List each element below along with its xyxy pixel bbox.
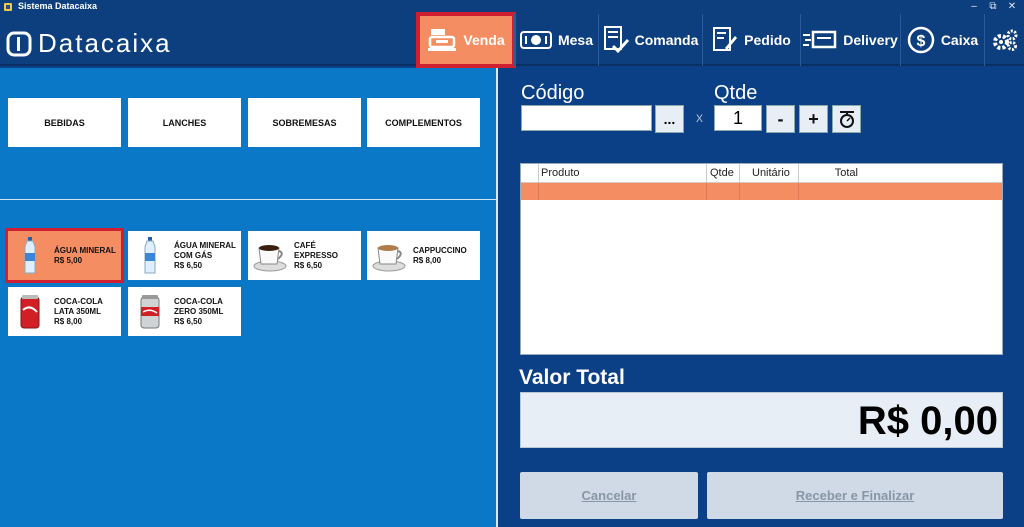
app-icon (4, 3, 12, 11)
nav-venda[interactable]: Venda (416, 12, 516, 68)
product-name: ÁGUA MINERAL COM GÁS (174, 240, 236, 260)
section-divider (0, 199, 496, 200)
category-bebidas[interactable]: BEBIDAS (8, 98, 121, 147)
product-name: COCA-COLA ZERO 350ML (174, 296, 224, 316)
delivery-truck-icon (803, 30, 837, 49)
product-price: R$ 6,50 (174, 260, 203, 270)
product-name: CAPPUCCINO (413, 245, 467, 255)
codigo-input[interactable] (521, 105, 652, 131)
coffee-cup-icon (372, 244, 406, 271)
nav-caixa[interactable]: $ Caixa (900, 14, 984, 66)
minimize-button[interactable]: – (968, 0, 980, 13)
valor-total-value: R$ 0,00 (857, 399, 998, 443)
times-sign: x (696, 109, 703, 125)
window-title: Sistema Datacaixa (18, 1, 98, 11)
gears-icon (992, 29, 1017, 51)
product-coca-cola-zero[interactable]: COCA-COLA ZERO 350ML R$ 6,50 (128, 287, 241, 336)
product-agua-mineral-com-gas[interactable]: ÁGUA MINERAL COM GÁS R$ 6,50 (128, 231, 241, 280)
brand-logo: Datacaixa (6, 28, 172, 59)
order-pencil-icon (713, 27, 738, 51)
product-coca-cola-lata[interactable]: COCA-COLA LATA 350ML R$ 8,00 (8, 287, 121, 336)
catalog-panel: BEBIDAS LANCHES SOBREMESAS COMPLEMENTOS … (0, 68, 496, 527)
product-name: CAFÉ EXPRESSO (294, 240, 339, 260)
table-icon (519, 31, 552, 49)
product-cafe-expresso[interactable]: CAFÉ EXPRESSO R$ 6,50 (248, 231, 361, 280)
svg-text:$: $ (916, 33, 925, 50)
coffee-cup-icon (253, 244, 287, 271)
product-agua-mineral[interactable]: ÁGUA MINERAL R$ 5,00 (5, 228, 124, 283)
main-header: Datacaixa Venda Mesa Comanda Pedido Deli… (0, 12, 1024, 68)
brand-name: Datacaixa (38, 28, 172, 58)
grid-header: Produto Qtde Unitário Total (521, 164, 1002, 183)
lookup-button[interactable]: ... (655, 105, 684, 133)
close-button[interactable]: ✕ (1006, 0, 1018, 13)
product-price: R$ 6,50 (174, 316, 203, 326)
dollar-circle-icon: $ (907, 26, 935, 54)
qtde-input[interactable]: 1 (714, 105, 762, 131)
nav-delivery[interactable]: Delivery (800, 14, 900, 66)
cash-register-icon (428, 29, 457, 51)
order-panel: Código Qtde ... x 1 - + Produto Qtde Uni… (498, 68, 1024, 527)
nav-label: Delivery (843, 32, 898, 48)
nav-label: Mesa (557, 32, 594, 48)
category-complementos[interactable]: COMPLEMENTOS (367, 98, 480, 147)
col-produto: Produto (539, 164, 707, 182)
qtde-label: Qtde (714, 82, 758, 104)
table-row[interactable] (521, 183, 1002, 200)
scale-button[interactable] (832, 105, 861, 133)
logo-icon (6, 31, 32, 56)
water-bottle-icon (24, 236, 36, 273)
col-total: Total (834, 167, 858, 179)
col-unitario: Unitário (740, 164, 799, 182)
nav-comanda[interactable]: Comanda (598, 14, 702, 66)
order-items-grid[interactable]: Produto Qtde Unitário Total (520, 163, 1003, 355)
product-price: R$ 8,00 (54, 316, 83, 326)
product-price: R$ 6,50 (294, 260, 323, 270)
nav-label: Comanda (634, 32, 699, 48)
title-bar: Sistema Datacaixa – ⧉ ✕ (0, 0, 1024, 14)
nav-label: Pedido (744, 32, 791, 48)
product-cappuccino[interactable]: CAPPUCCINO R$ 8,00 (367, 231, 480, 280)
product-name: ÁGUA MINERAL (54, 245, 116, 255)
product-price: R$ 8,00 (413, 255, 442, 265)
col-qtde: Qtde (707, 164, 740, 182)
category-sobremesas[interactable]: SOBREMESAS (248, 98, 361, 147)
nav-settings[interactable] (984, 14, 1024, 66)
cancel-button[interactable]: Cancelar (520, 472, 698, 519)
valor-total-box: R$ 0,00 (520, 392, 1003, 448)
product-name: COCA-COLA LATA 350ML (54, 296, 103, 316)
nav-label: Venda (463, 32, 505, 48)
product-price: R$ 5,00 (54, 255, 83, 265)
nav-label: Caixa (940, 32, 979, 48)
decrease-qty-button[interactable]: - (766, 105, 795, 133)
maximize-button[interactable]: ⧉ (987, 0, 999, 13)
soda-can-silver-icon (140, 294, 160, 328)
water-bottle-icon (144, 236, 156, 273)
nav-pedido[interactable]: Pedido (702, 14, 800, 66)
checklist-icon (603, 26, 629, 54)
scale-icon (839, 111, 854, 128)
increase-qty-button[interactable]: + (799, 105, 828, 133)
codigo-label: Código (521, 82, 585, 104)
receive-finish-button[interactable]: Receber e Finalizar (707, 472, 1003, 519)
category-lanches[interactable]: LANCHES (128, 98, 241, 147)
valor-total-label: Valor Total (519, 366, 625, 389)
soda-can-red-icon (20, 294, 40, 328)
nav-mesa[interactable]: Mesa (514, 14, 598, 66)
